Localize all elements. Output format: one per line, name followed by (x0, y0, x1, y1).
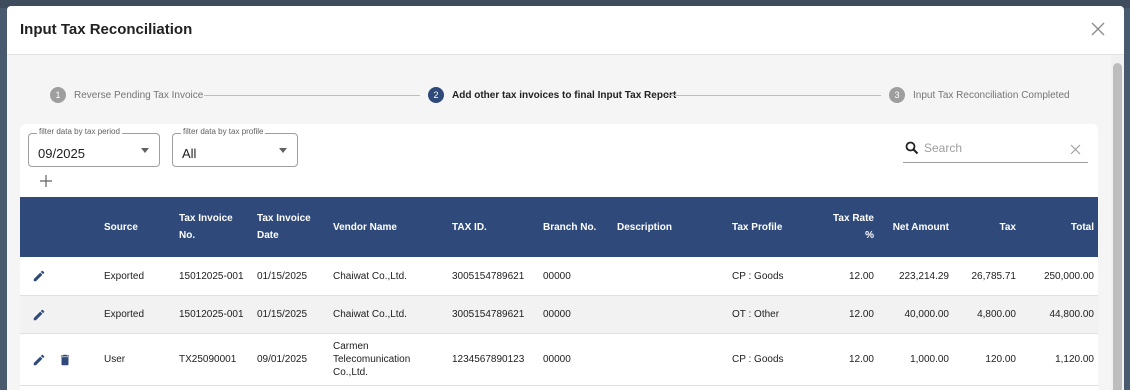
step-reverse-pending: 1 Reverse Pending Tax Invoice (50, 86, 203, 104)
row-actions (20, 295, 100, 334)
step-add-other-invoices: 2 Add other tax invoices to final Input … (428, 86, 676, 104)
cell-total: 250,000.00 (1020, 257, 1098, 296)
col-tax-id[interactable]: TAX ID. (448, 197, 539, 257)
cell-tax-invoice-date: 09/01/2025 (253, 333, 329, 386)
col-description[interactable]: Description (613, 197, 728, 257)
cell-tax-invoice-date: 01/15/2025 (253, 257, 329, 296)
step-label: Add other tax invoices to final Input Ta… (452, 89, 677, 101)
cell-tax-profile: CP : Goods (728, 257, 824, 296)
edit-icon[interactable] (32, 353, 46, 367)
scrollbar-thumb[interactable] (1113, 63, 1122, 390)
tax-profile-label: filter data by tax profile (181, 127, 266, 136)
table-row: User TX25090001 09/01/2025 Carmen Teleco… (20, 333, 1098, 386)
cell-description (613, 295, 728, 334)
add-row-button[interactable] (38, 173, 54, 189)
edit-icon[interactable] (32, 269, 46, 283)
chevron-down-icon (141, 148, 149, 153)
close-icon (1091, 22, 1105, 36)
col-total[interactable]: Total (1020, 197, 1098, 257)
step-label: Reverse Pending Tax Invoice (74, 89, 204, 101)
table-header-row: Source Tax Invoice No. Tax Invoice Date … (20, 197, 1098, 257)
step-number: 3 (889, 87, 905, 103)
col-branch-no[interactable]: Branch No. (539, 197, 613, 257)
cell-total: 1,120.00 (1020, 333, 1098, 386)
cell-tax-rate: 12.00 (824, 295, 878, 334)
cell-branch-no: 00000 (539, 257, 613, 296)
cell-description (613, 257, 728, 296)
cell-tax-invoice-date: 01/15/2025 (253, 295, 329, 334)
chevron-down-icon (279, 148, 287, 153)
row-actions (20, 257, 100, 296)
cell-tax: 4,800.00 (953, 295, 1020, 334)
cell-vendor-name: Chaiwat Co.,Ltd. (329, 257, 448, 296)
cell-vendor-name: Carmen Telecomunication Co.,Ltd. (329, 333, 448, 386)
dialog-body: 1 Reverse Pending Tax Invoice 2 Add othe… (7, 55, 1111, 390)
step-connector (204, 95, 420, 96)
tax-profile-select[interactable]: filter data by tax profile All (172, 127, 298, 167)
cell-tax-invoice-no: TX25090001 (175, 333, 253, 386)
cell-tax-id: 3005154789621 (448, 257, 539, 296)
cell-tax-rate: 12.00 (824, 333, 878, 386)
cell-net-amount: 223,214.29 (878, 257, 953, 296)
cell-tax-invoice-no: 15012025-001 (175, 295, 253, 334)
cell-net-amount: 1,000.00 (878, 333, 953, 386)
cell-source: Exported (100, 257, 175, 296)
search-input[interactable]: Search (903, 134, 1088, 163)
invoice-card: filter data by tax period 09/2025 filter… (20, 124, 1098, 390)
tax-period-select[interactable]: filter data by tax period 09/2025 (28, 127, 160, 167)
cell-tax-id: 3005154789621 (448, 295, 539, 334)
clear-icon[interactable] (1070, 142, 1082, 155)
invoice-table: Source Tax Invoice No. Tax Invoice Date … (20, 197, 1098, 386)
cell-branch-no: 00000 (539, 333, 613, 386)
dialog-scrollbar[interactable] (1111, 55, 1124, 390)
col-actions (20, 197, 100, 257)
cell-source: Exported (100, 295, 175, 334)
table-row: Exported 15012025-001 01/15/2025 Chaiwat… (20, 295, 1098, 334)
cell-tax-invoice-no: 15012025-001 (175, 257, 253, 296)
plus-icon (40, 175, 52, 187)
cell-total: 44,800.00 (1020, 295, 1098, 334)
cell-tax-rate: 12.00 (824, 257, 878, 296)
col-source[interactable]: Source (100, 197, 175, 257)
edit-icon[interactable] (32, 308, 46, 322)
stepper: 1 Reverse Pending Tax Invoice 2 Add othe… (7, 83, 1111, 105)
col-tax-profile[interactable]: Tax Profile (728, 197, 824, 257)
step-reconciliation-completed: 3 Input Tax Reconciliation Completed (889, 86, 1070, 104)
dialog-title: Input Tax Reconciliation (20, 21, 193, 38)
cell-net-amount: 40,000.00 (878, 295, 953, 334)
col-net-amount[interactable]: Net Amount (878, 197, 953, 257)
cell-tax-profile: OT : Other (728, 295, 824, 334)
search-placeholder: Search (924, 141, 963, 155)
table-row: Exported 15012025-001 01/15/2025 Chaiwat… (20, 257, 1098, 296)
col-tax[interactable]: Tax (953, 197, 1020, 257)
tax-profile-value: All (182, 146, 197, 161)
search-icon (905, 141, 919, 155)
cell-branch-no: 00000 (539, 295, 613, 334)
cell-description (613, 333, 728, 386)
col-vendor-name[interactable]: Vendor Name (329, 197, 448, 257)
tax-period-label: filter data by tax period (37, 127, 122, 136)
close-button[interactable] (1088, 19, 1108, 39)
row-actions (20, 333, 100, 386)
step-connector (665, 95, 881, 96)
delete-icon[interactable] (58, 353, 72, 367)
cell-tax-id: 1234567890123 (448, 333, 539, 386)
col-tax-rate[interactable]: Tax Rate % (824, 197, 878, 257)
cell-tax: 120.00 (953, 333, 1020, 386)
cell-tax-profile: CP : Goods (728, 333, 824, 386)
cell-tax: 26,785.71 (953, 257, 1020, 296)
cell-vendor-name: Chaiwat Co.,Ltd. (329, 295, 448, 334)
step-label: Input Tax Reconciliation Completed (913, 89, 1070, 101)
col-tax-invoice-no[interactable]: Tax Invoice No. (175, 197, 253, 257)
cell-source: User (100, 333, 175, 386)
step-number: 2 (428, 87, 444, 103)
step-number: 1 (50, 87, 66, 103)
input-tax-reconciliation-dialog: Input Tax Reconciliation 1 Reverse Pendi… (7, 6, 1124, 390)
col-tax-invoice-date[interactable]: Tax Invoice Date (253, 197, 329, 257)
dialog-header: Input Tax Reconciliation (7, 6, 1124, 55)
tax-period-value: 09/2025 (38, 146, 85, 161)
